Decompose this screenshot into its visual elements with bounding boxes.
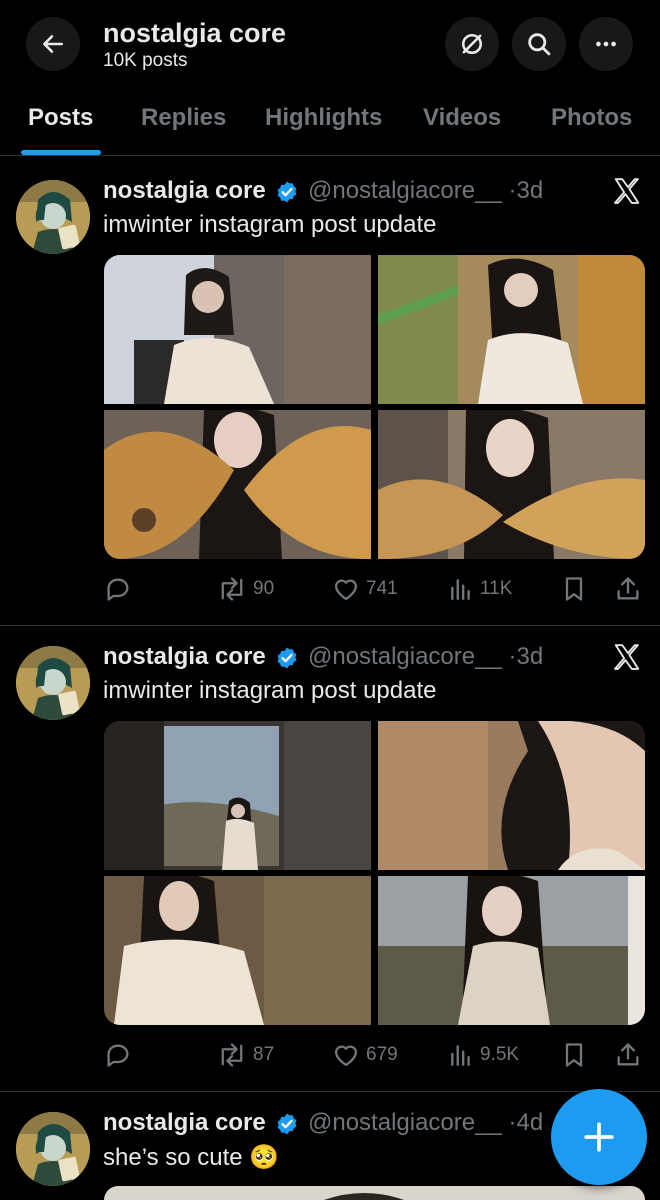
views-button[interactable]: 11K	[448, 574, 512, 604]
profile-header: nostalgia core 10K posts	[0, 0, 660, 80]
repost-icon	[221, 1043, 243, 1067]
back-arrow-icon	[43, 35, 63, 53]
view-count: 9.5K	[480, 1044, 520, 1065]
repost-button[interactable]: 90	[217, 574, 274, 604]
post-time[interactable]: 3d	[517, 177, 544, 204]
tab-posts[interactable]: Posts	[28, 104, 93, 132]
meta-separator: ·	[501, 1109, 517, 1136]
grok-button[interactable]	[445, 17, 499, 71]
media-photo[interactable]	[104, 410, 371, 559]
views-button[interactable]: 9.5K	[448, 1040, 519, 1070]
x-logo-icon	[614, 644, 640, 670]
repost-count: 87	[253, 1044, 275, 1065]
like-button[interactable]: 741	[332, 574, 398, 604]
avatar-image	[16, 1112, 90, 1186]
view-count: 11K	[480, 578, 513, 599]
repost-count: 90	[253, 578, 275, 599]
profile-name: nostalgia core	[103, 18, 287, 48]
views-chart-icon	[451, 1045, 470, 1066]
repost-button[interactable]: 87	[217, 1040, 274, 1070]
reply-button[interactable]	[104, 574, 138, 604]
verified-badge-icon	[277, 647, 297, 669]
bookmark-icon	[565, 1043, 583, 1067]
meta-separator: ·	[501, 643, 517, 670]
bookmark-button[interactable]	[560, 574, 588, 604]
back-button[interactable]	[26, 17, 80, 71]
more-icon	[596, 41, 616, 47]
share-button[interactable]	[614, 574, 642, 604]
heart-icon	[334, 1045, 358, 1067]
post-author[interactable]: nostalgia core	[103, 1109, 266, 1137]
post-handle[interactable]: @nostalgiacore__	[308, 177, 502, 204]
post-author[interactable]: nostalgia core	[103, 643, 266, 671]
post-actions: 87 679 9.5K	[104, 1040, 645, 1070]
verified-badge-icon	[277, 1113, 297, 1135]
search-icon	[528, 33, 551, 56]
media-photo[interactable]	[104, 255, 371, 404]
share-icon	[617, 577, 639, 600]
repost-icon	[221, 577, 243, 601]
post-meta: @nostalgiacore__ ·3d	[308, 177, 543, 205]
tab-photos[interactable]: Photos	[551, 104, 632, 132]
reply-icon	[107, 578, 129, 601]
more-button[interactable]	[579, 17, 633, 71]
views-chart-icon	[451, 579, 470, 600]
like-count: 679	[366, 1044, 398, 1065]
media-grid[interactable]	[104, 255, 645, 559]
reply-button[interactable]	[104, 1040, 138, 1070]
media-photo[interactable]	[104, 876, 371, 1025]
media-grid[interactable]	[104, 721, 645, 1025]
profile-tabs: Posts Replies Highlights Videos Photos	[0, 80, 660, 156]
meta-separator: ·	[501, 177, 517, 204]
post-text: imwinter instagram post update	[103, 677, 437, 704]
post-actions: 90 741 11K	[104, 574, 645, 604]
post-text: she’s so cute 🥺	[103, 1144, 280, 1171]
media-photo[interactable]	[378, 255, 645, 404]
reply-icon	[107, 1044, 129, 1067]
avatar-image	[16, 180, 90, 254]
like-button[interactable]: 679	[332, 1040, 398, 1070]
media-photo[interactable]	[378, 410, 645, 559]
x-logo-icon	[614, 178, 640, 204]
like-count: 741	[366, 578, 398, 599]
avatar[interactable]	[16, 1112, 90, 1186]
share-button[interactable]	[614, 1040, 642, 1070]
search-button[interactable]	[512, 17, 566, 71]
divider	[0, 625, 660, 626]
tab-replies[interactable]: Replies	[141, 104, 226, 132]
media-photo[interactable]	[378, 721, 645, 870]
grok-icon	[461, 33, 483, 55]
post-time[interactable]: 4d	[517, 1109, 544, 1136]
active-tab-indicator	[21, 150, 101, 155]
media-photo[interactable]	[104, 721, 371, 870]
verified-badge-icon	[277, 181, 297, 203]
post-text: imwinter instagram post update	[103, 211, 437, 238]
post-time[interactable]: 3d	[517, 643, 544, 670]
plus-icon	[584, 1122, 614, 1152]
post-author[interactable]: nostalgia core	[103, 177, 266, 205]
share-icon	[617, 1043, 639, 1066]
bookmark-icon	[565, 577, 583, 601]
avatar-image	[16, 646, 90, 720]
post-handle[interactable]: @nostalgiacore__	[308, 1109, 502, 1136]
avatar[interactable]	[16, 646, 90, 720]
avatar[interactable]	[16, 180, 90, 254]
media-photo[interactable]	[378, 876, 645, 1025]
tab-highlights[interactable]: Highlights	[265, 104, 382, 132]
bookmark-button[interactable]	[560, 1040, 588, 1070]
post-meta: @nostalgiacore__ ·3d	[308, 643, 543, 671]
post-count: 10K posts	[103, 50, 188, 71]
compose-post-button[interactable]	[551, 1089, 647, 1185]
media-photo[interactable]	[104, 1186, 645, 1200]
divider	[0, 1091, 660, 1092]
tab-videos[interactable]: Videos	[423, 104, 501, 132]
post-meta: @nostalgiacore__ ·4d	[308, 1109, 543, 1137]
post-handle[interactable]: @nostalgiacore__	[308, 643, 502, 670]
heart-icon	[334, 579, 358, 601]
